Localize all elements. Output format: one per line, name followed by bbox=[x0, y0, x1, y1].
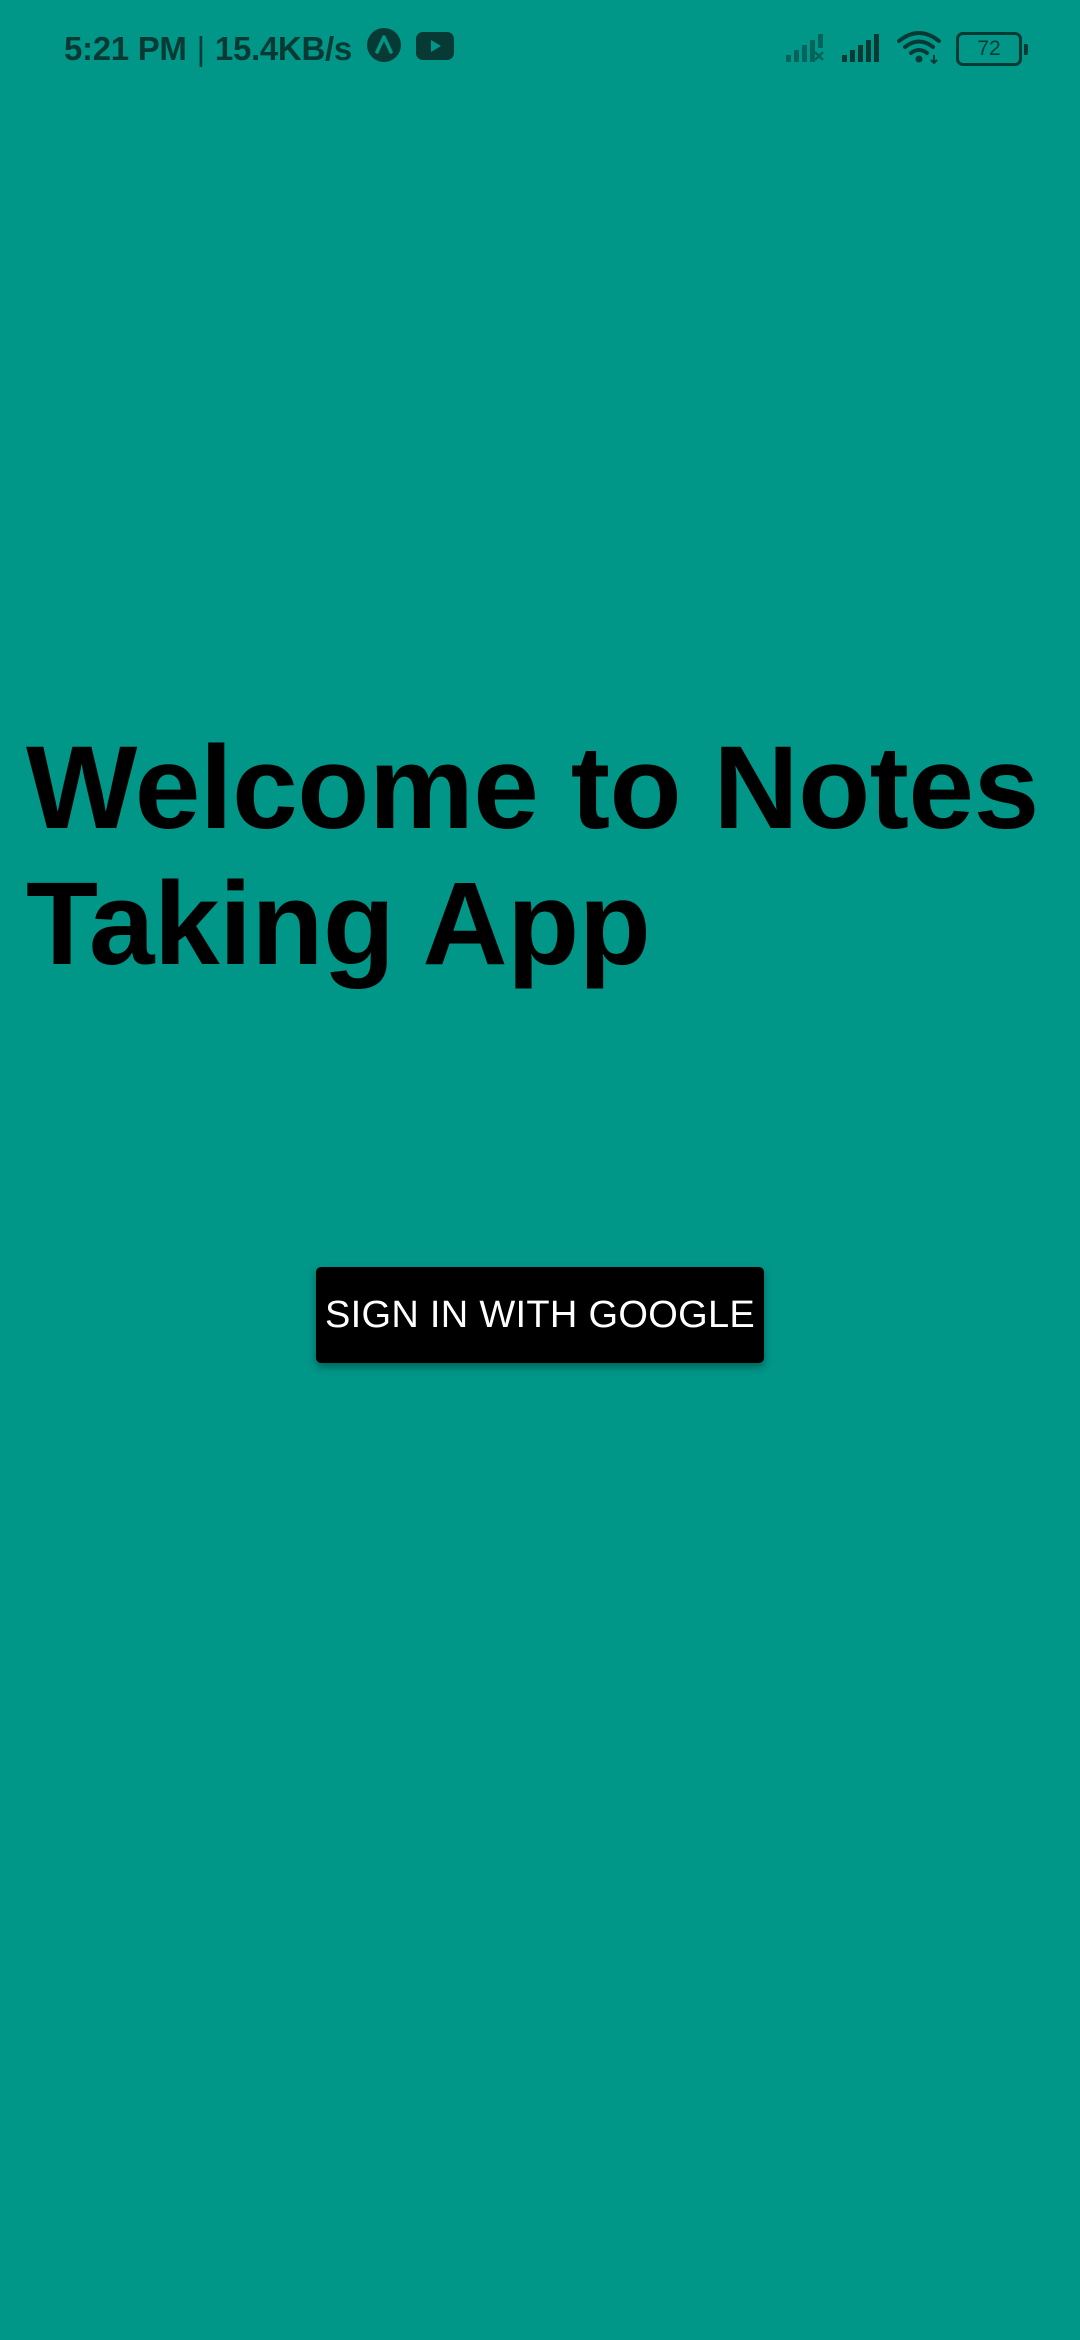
signal-no-service-icon bbox=[784, 31, 826, 68]
signal-strength-icon bbox=[840, 31, 882, 68]
status-bar: 5:21 PM | 15.4KB/s 72 bbox=[0, 0, 1080, 96]
wifi-icon bbox=[896, 29, 942, 70]
battery-icon: 72 bbox=[956, 32, 1028, 66]
status-left-group: 5:21 PM | 15.4KB/s bbox=[64, 26, 454, 72]
welcome-title: Welcome to Notes Taking App bbox=[26, 722, 1039, 990]
status-separator: | bbox=[196, 30, 206, 67]
network-speed: 15.4KB/s bbox=[214, 30, 352, 67]
youtube-icon bbox=[415, 30, 454, 68]
status-time: 5:21 PM bbox=[64, 30, 187, 67]
battery-level: 72 bbox=[977, 37, 1001, 60]
sign-in-with-google-button[interactable]: SIGN IN WITH GOOGLE bbox=[316, 1267, 764, 1363]
status-right-group: 72 bbox=[784, 26, 1028, 72]
arrow-up-circle-icon bbox=[366, 27, 402, 71]
